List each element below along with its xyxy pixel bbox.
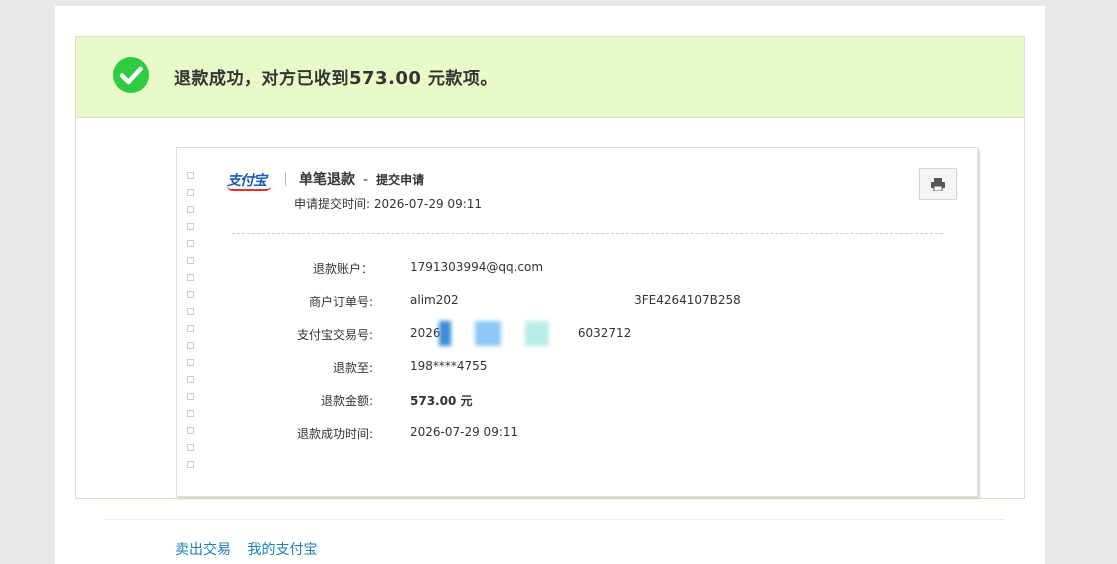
detail-label: 退款金额: — [320, 394, 373, 408]
page: 退款成功，对方已收到573.00 元款项。 支付宝 单笔退款 - 提交申请 申请提交… — [55, 6, 1045, 564]
apply-time-label: 申请提交时间: — [294, 197, 371, 211]
my-alipay-link[interactable]: 我的支付宝 — [247, 542, 317, 558]
detail-label: 退款至: — [332, 361, 373, 375]
detail-value: 2026-07-29 09:11 — [410, 425, 519, 439]
receipt-title-main: 单笔退款 — [299, 172, 355, 188]
redaction-blur — [475, 321, 501, 346]
refund-amount: 573.00 — [349, 68, 422, 89]
receipt-divider — [232, 233, 943, 234]
result-panel: 退款成功，对方已收到573.00 元款项。 支付宝 单笔退款 - 提交申请 申请提交… — [75, 36, 1025, 499]
title-separator — [285, 172, 286, 186]
footer-divider — [105, 519, 1005, 520]
refund-details: 退款账户： 1791303994@qq.com 商户订单号: alim202 3… — [177, 260, 977, 458]
detail-value: 1791303994@qq.com — [410, 260, 544, 274]
alipay-logo-swoosh — [227, 186, 271, 191]
receipt-subtitle: 提交申请 — [376, 173, 425, 187]
sold-trades-link[interactable]: 卖出交易 — [175, 542, 231, 558]
detail-row-amount: 退款金额: 573.00 元 — [177, 392, 977, 425]
footer-links: 卖出交易 我的支付宝 — [175, 539, 329, 559]
detail-row-trade-no: 支付宝交易号: 2026 6032712 — [177, 321, 977, 359]
detail-value: alim202 3FE4264107B258 — [410, 293, 741, 307]
refund-receipt: 支付宝 单笔退款-提交申请 申请提交时间: 2026-07-29 09:11 — [176, 147, 978, 497]
success-message: 退款成功，对方已收到573.00 元款项。 — [174, 64, 498, 89]
printer-icon — [931, 177, 945, 191]
detail-label: 退款账户： — [312, 262, 373, 276]
print-button[interactable] — [919, 168, 957, 200]
redaction-blur — [439, 321, 451, 346]
detail-label: 退款成功时间: — [296, 427, 373, 441]
detail-value: 198****4755 — [410, 359, 488, 373]
title-dash: - — [363, 172, 369, 188]
detail-row-refund-to: 退款至: 198****4755 — [177, 359, 977, 392]
detail-value: 573.00 元 — [410, 394, 473, 408]
detail-row-success-time: 退款成功时间: 2026-07-29 09:11 — [177, 425, 977, 458]
success-banner: 退款成功，对方已收到573.00 元款项。 — [76, 37, 1024, 118]
detail-label: 支付宝交易号: — [296, 328, 373, 342]
detail-row-account: 退款账户： 1791303994@qq.com — [177, 260, 977, 293]
receipt-title: 单笔退款 - 提交申请 — [299, 169, 424, 189]
detail-label: 商户订单号: — [308, 295, 373, 309]
apply-time: 申请提交时间: 2026-07-29 09:11 — [294, 195, 482, 212]
success-message-suffix: 元款项。 — [421, 69, 498, 89]
check-circle-icon — [113, 57, 149, 93]
apply-time-value: 2026-07-29 09:11 — [373, 197, 483, 211]
detail-row-order-no: 商户订单号: alim202 3FE4264107B258 — [177, 293, 977, 326]
success-message-prefix: 退款成功，对方已收到 — [174, 69, 349, 89]
redaction-blur — [525, 321, 549, 346]
